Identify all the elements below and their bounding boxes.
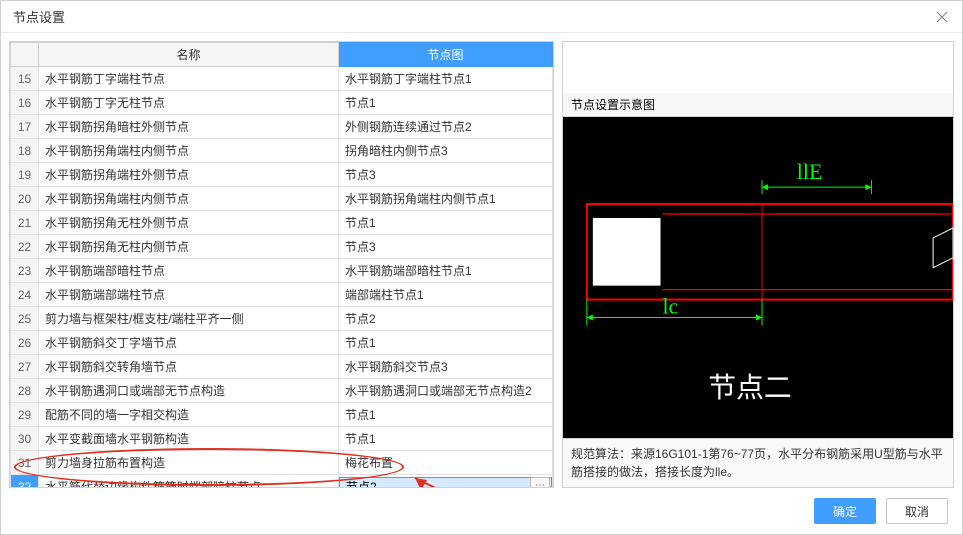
row-node-cell[interactable]: 端部端柱节点1 <box>339 283 553 307</box>
table-row[interactable]: 19水平钢筋拐角端柱外侧节点节点3 <box>11 163 553 187</box>
row-index: 15 <box>11 67 39 91</box>
row-name-cell[interactable]: 水平钢筋拐角端柱内侧节点 <box>39 139 339 163</box>
row-node-cell[interactable]: 外侧钢筋连续通过节点2 <box>339 115 553 139</box>
table-row[interactable]: 18水平钢筋拐角端柱内侧节点拐角暗柱内侧节点3 <box>11 139 553 163</box>
row-name-cell[interactable]: 水平钢筋拐角端柱外侧节点 <box>39 163 339 187</box>
table-row[interactable]: 16水平钢筋丁字无柱节点节点1 <box>11 91 553 115</box>
ellipsis-icon[interactable]: ⋯ <box>530 477 550 488</box>
dialog-body: 名称 节点图 15水平钢筋丁字端柱节点水平钢筋丁字端柱节点116水平钢筋丁字无柱… <box>1 33 962 488</box>
node-table: 名称 节点图 15水平钢筋丁字端柱节点水平钢筋丁字端柱节点116水平钢筋丁字无柱… <box>10 42 553 488</box>
row-name-cell[interactable]: 剪力墙身拉筋布置构造 <box>39 451 339 475</box>
col-header-index <box>11 43 39 67</box>
close-icon[interactable] <box>934 9 950 25</box>
row-node-cell[interactable]: 节点2 <box>339 307 553 331</box>
label-lc: lc <box>662 294 678 318</box>
table-row[interactable]: 21水平钢筋拐角无柱外侧节点节点1 <box>11 211 553 235</box>
table-row[interactable]: 28水平钢筋遇洞口或端部无节点构造水平钢筋遇洞口或端部无节点构造2 <box>11 379 553 403</box>
node-edit-input[interactable] <box>339 477 552 489</box>
col-header-name: 名称 <box>39 43 339 67</box>
row-index: 32 <box>11 475 39 489</box>
table-row[interactable]: 22水平钢筋拐角无柱内侧节点节点3 <box>11 235 553 259</box>
table-row[interactable]: 15水平钢筋丁字端柱节点水平钢筋丁字端柱节点1 <box>11 67 553 91</box>
row-node-cell[interactable]: 水平钢筋端部暗柱节点1 <box>339 259 553 283</box>
section-block <box>593 218 661 286</box>
row-index: 25 <box>11 307 39 331</box>
row-index: 16 <box>11 91 39 115</box>
row-index: 27 <box>11 355 39 379</box>
table-panel[interactable]: 名称 节点图 15水平钢筋丁字端柱节点水平钢筋丁字端柱节点116水平钢筋丁字无柱… <box>9 41 554 488</box>
preview-title: 节点设置示意图 <box>563 93 953 117</box>
table-row[interactable]: 23水平钢筋端部暗柱节点水平钢筋端部暗柱节点1 <box>11 259 553 283</box>
table-row[interactable]: 24水平钢筋端部端柱节点端部端柱节点1 <box>11 283 553 307</box>
row-node-cell[interactable]: 节点3 <box>339 235 553 259</box>
row-name-cell[interactable]: 水平钢筋端部端柱节点 <box>39 283 339 307</box>
row-index: 21 <box>11 211 39 235</box>
row-index: 31 <box>11 451 39 475</box>
row-node-cell[interactable]: 水平钢筋斜交节点3 <box>339 355 553 379</box>
preview-spacer <box>563 42 953 93</box>
row-node-cell[interactable]: ⋯ <box>339 475 553 489</box>
row-name-cell[interactable]: 水平钢筋拐角端柱内侧节点 <box>39 187 339 211</box>
node-settings-dialog: 节点设置 名称 节点图 15水平钢筋丁字端柱节点水平钢筋丁字端柱节点116水平钢… <box>0 0 963 535</box>
row-index: 22 <box>11 235 39 259</box>
row-name-cell[interactable]: 水平钢筋斜交丁字墙节点 <box>39 331 339 355</box>
row-node-cell[interactable]: 节点1 <box>339 91 553 115</box>
table-row[interactable]: 27水平钢筋斜交转角墙节点水平钢筋斜交节点3 <box>11 355 553 379</box>
row-name-cell[interactable]: 水平钢筋斜交转角墙节点 <box>39 355 339 379</box>
row-index: 23 <box>11 259 39 283</box>
row-index: 18 <box>11 139 39 163</box>
row-name-cell[interactable]: 水平钢筋丁字端柱节点 <box>39 67 339 91</box>
row-name-cell[interactable]: 水平变截面墙水平钢筋构造 <box>39 427 339 451</box>
label-llE: llE <box>797 160 823 184</box>
row-name-cell[interactable]: 水平筋代替边缘构件箍筋时端部暗柱节点 <box>39 475 339 489</box>
row-name-cell[interactable]: 水平钢筋拐角无柱内侧节点 <box>39 235 339 259</box>
row-name-cell[interactable]: 配筋不同的墙一字相交构造 <box>39 403 339 427</box>
row-name-cell[interactable]: 水平钢筋遇洞口或端部无节点构造 <box>39 379 339 403</box>
row-index: 17 <box>11 115 39 139</box>
row-index: 30 <box>11 427 39 451</box>
table-row[interactable]: 26水平钢筋斜交丁字墙节点节点1 <box>11 331 553 355</box>
row-index: 20 <box>11 187 39 211</box>
row-name-cell[interactable]: 剪力墙与框架柱/框支柱/端柱平齐一侧 <box>39 307 339 331</box>
row-index: 29 <box>11 403 39 427</box>
row-node-cell[interactable]: 节点1 <box>339 427 553 451</box>
row-index: 24 <box>11 283 39 307</box>
row-node-cell[interactable]: 水平钢筋拐角端柱内侧节点1 <box>339 187 553 211</box>
titlebar: 节点设置 <box>1 1 962 33</box>
row-node-cell[interactable]: 节点1 <box>339 211 553 235</box>
dialog-footer: 确定 取消 <box>1 488 962 534</box>
preview-description: 规范算法：来源16G101-1第76~77页，水平分布钢筋采用U型筋与水平筋搭接… <box>563 438 953 487</box>
row-name-cell[interactable]: 水平钢筋丁字无柱节点 <box>39 91 339 115</box>
table-row[interactable]: 25剪力墙与框架柱/框支柱/端柱平齐一侧节点2 <box>11 307 553 331</box>
row-node-cell[interactable]: 拐角暗柱内侧节点3 <box>339 139 553 163</box>
preview-node-title: 节点二 <box>708 372 792 404</box>
preview-canvas: llE lc 节点二 <box>563 117 953 438</box>
row-name-cell[interactable]: 水平钢筋拐角无柱外侧节点 <box>39 211 339 235</box>
row-name-cell[interactable]: 水平钢筋端部暗柱节点 <box>39 259 339 283</box>
row-node-cell[interactable]: 节点3 <box>339 163 553 187</box>
row-index: 26 <box>11 331 39 355</box>
preview-panel: 节点设置示意图 llE <box>562 41 954 488</box>
row-name-cell[interactable]: 水平钢筋拐角暗柱外侧节点 <box>39 115 339 139</box>
cancel-button[interactable]: 取消 <box>886 498 948 524</box>
row-index: 28 <box>11 379 39 403</box>
table-row[interactable]: 32水平筋代替边缘构件箍筋时端部暗柱节点 ⋯ <box>11 475 553 489</box>
table-row[interactable]: 17水平钢筋拐角暗柱外侧节点外侧钢筋连续通过节点2 <box>11 115 553 139</box>
row-node-cell[interactable]: 节点1 <box>339 403 553 427</box>
dialog-title: 节点设置 <box>13 7 65 26</box>
table-row[interactable]: 29配筋不同的墙一字相交构造节点1 <box>11 403 553 427</box>
col-header-node[interactable]: 节点图 <box>339 43 553 67</box>
table-row[interactable]: 31剪力墙身拉筋布置构造梅花布置 <box>11 451 553 475</box>
row-node-cell[interactable]: 梅花布置 <box>339 451 553 475</box>
row-index: 19 <box>11 163 39 187</box>
ok-button[interactable]: 确定 <box>814 498 876 524</box>
row-node-cell[interactable]: 水平钢筋丁字端柱节点1 <box>339 67 553 91</box>
row-node-cell[interactable]: 水平钢筋遇洞口或端部无节点构造2 <box>339 379 553 403</box>
table-row[interactable]: 30水平变截面墙水平钢筋构造节点1 <box>11 427 553 451</box>
row-node-cell[interactable]: 节点1 <box>339 331 553 355</box>
table-row[interactable]: 20水平钢筋拐角端柱内侧节点水平钢筋拐角端柱内侧节点1 <box>11 187 553 211</box>
